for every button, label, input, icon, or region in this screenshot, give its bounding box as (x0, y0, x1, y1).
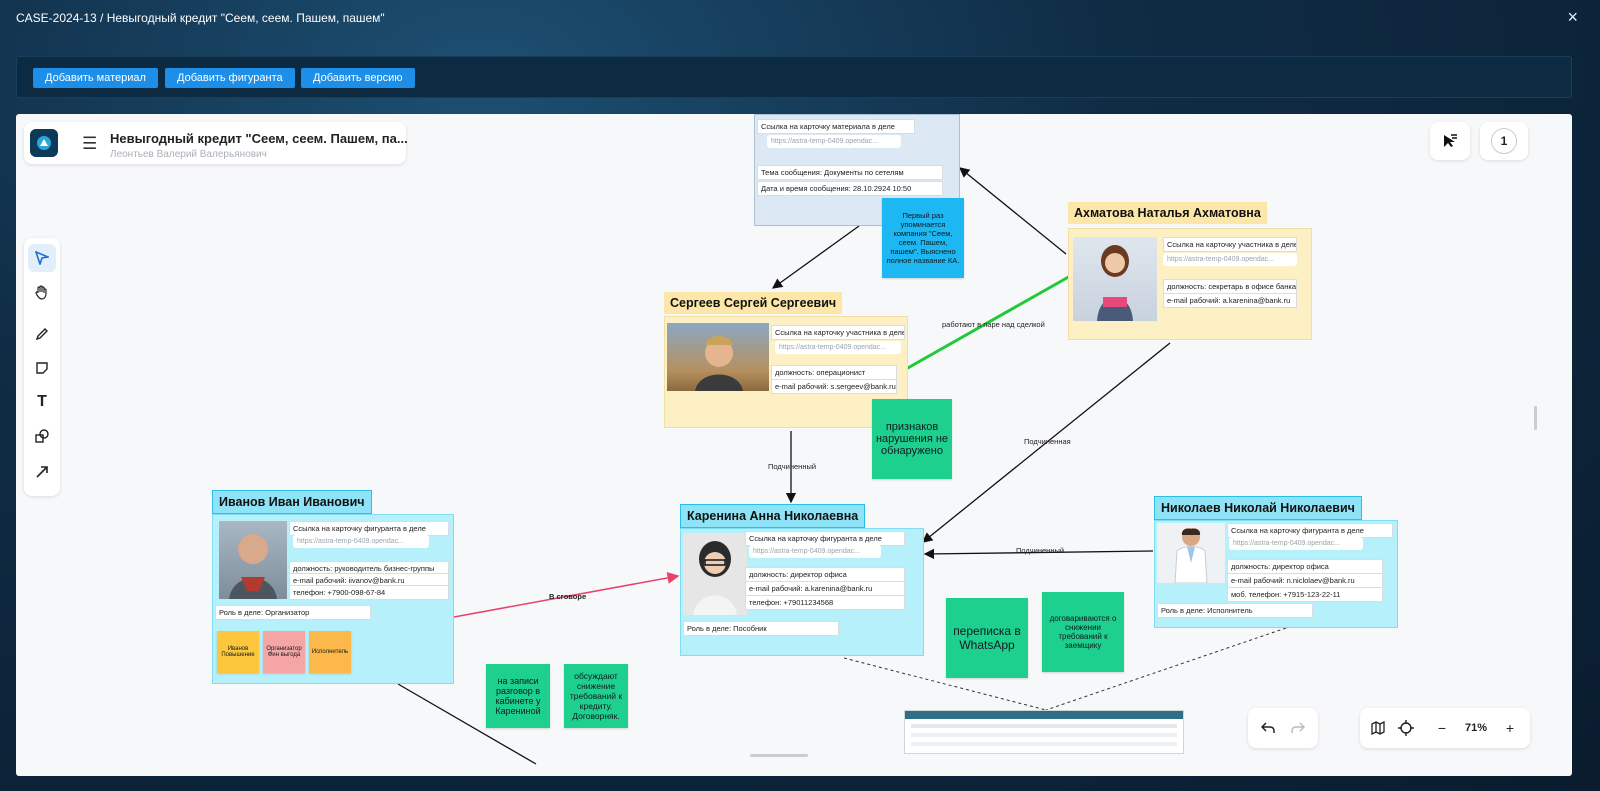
karenina-phone: телефон: +79011234568 (745, 595, 905, 610)
zoom-level: 71% (1464, 722, 1488, 734)
text-icon[interactable]: T (28, 388, 56, 416)
material-datetime: Дата и время сообщения: 28.10.2924 10:50 (757, 181, 943, 196)
action-toolbar: Добавить материал Добавить фигуранта Доб… (16, 56, 1572, 98)
nikolaev-link-label: Ссылка на карточку фигуранта в деле (1227, 523, 1393, 538)
akhmatova-position: должность: секретарь в офисе банка (1163, 279, 1297, 294)
undo-icon[interactable] (1256, 716, 1280, 740)
person-photo-karenina (683, 533, 747, 615)
board-header: ☰ Невыгодный кредит "Сеем, сеем. Пашем, … (24, 122, 408, 164)
tag-ivanov-1[interactable]: Организатор Фин выгода (263, 631, 305, 673)
karenina-link-label: Ссылка на карточку фигуранта в деле (745, 531, 905, 546)
note-no-violations[interactable]: признаков нарушения не обнаружено (872, 399, 952, 479)
nikolaev-email: e-mail рабочий: n.niclolaev@bank.ru (1227, 573, 1383, 588)
sergeev-link-label: Ссылка на карточку участника в деле (771, 325, 905, 340)
sticky-note-icon[interactable] (28, 354, 56, 382)
list-menu-icon[interactable]: ☰ (82, 134, 97, 154)
edge-label-subordinate-2: Подчиненная (1024, 437, 1071, 446)
edge-akhmatova-to-material (958, 167, 1067, 255)
window-title: CASE-2024-13 / Невыгодный кредит "Сеем, … (16, 11, 385, 25)
note-agree[interactable]: договариваются о снижении требований к з… (1042, 592, 1124, 672)
close-icon[interactable]: × (1567, 7, 1578, 28)
karenina-position: должность: директор офиса (745, 567, 905, 582)
crosshair-icon[interactable] (1394, 716, 1418, 740)
edge-label-collusion: В сговоре (549, 592, 587, 601)
person-name-ivanov: Иванов Иван Иванович (212, 490, 372, 514)
edge-material-to-sergeev (771, 225, 860, 289)
person-photo-sergeev (667, 323, 769, 391)
nikolaev-link-url[interactable]: https://astra-temp-0409.opendac... (1229, 537, 1363, 550)
person-photo-nikolaev (1157, 523, 1225, 583)
edge-label-subordinate-3: Подчиненный (1016, 546, 1065, 555)
nikolaev-position: должность: директор офиса (1227, 559, 1383, 574)
akhmatova-link-label: Ссылка на карточку участника в деле (1163, 237, 1297, 252)
edge-label-subordinate-1: Подчиненный (768, 462, 817, 471)
akhmatova-link-url[interactable]: https://astra-temp-0409.opendac... (1163, 253, 1297, 266)
ivanov-role: Роль в деле: Организатор (215, 605, 371, 620)
tool-palette: T (24, 238, 60, 496)
participants-counter[interactable]: 1 (1480, 122, 1528, 160)
document-preview-header (905, 711, 1183, 719)
add-material-button[interactable]: Добавить материал (33, 68, 158, 88)
cursor-icon[interactable] (28, 244, 56, 272)
material-subject: Тема сообщения: Документы по сетелям (757, 165, 943, 180)
arrow-icon[interactable] (28, 458, 56, 486)
material-link-label: Ссылка на карточку материала в деле (757, 119, 915, 134)
ivanov-link-url[interactable]: https://astra-temp-0409.opendac... (293, 535, 429, 548)
zoom-controls: − 71% + (1360, 708, 1530, 748)
shapes-icon[interactable] (28, 422, 56, 450)
whiteboard-canvas[interactable]: работают в паре над сделкой Подчиненный … (16, 114, 1572, 776)
zoom-out-icon[interactable]: − (1432, 716, 1452, 740)
sergeev-link-url[interactable]: https://astra-temp-0409.opendac... (775, 341, 901, 354)
document-preview[interactable] (904, 710, 1184, 754)
ivanov-phone: телефон: +7900-098-67-84 (289, 585, 449, 600)
history-controls (1248, 708, 1318, 748)
note-recording[interactable]: на записи разговор в кабинете у Каренино… (486, 664, 550, 728)
tag-ivanov-0[interactable]: Иванов Повышение (217, 631, 259, 673)
ivanov-link-label: Ссылка на карточку фигуранта в деле (289, 521, 449, 536)
collaboration-cursor-button[interactable] (1430, 122, 1470, 160)
note-first-mention[interactable]: Первый раз упоминается компания "Сеем, с… (882, 198, 964, 278)
person-photo-ivanov (219, 521, 287, 599)
nikolaev-phone: моб. телефон: +7915-123-22-11 (1227, 587, 1383, 602)
karenina-email: e-mail рабочий: a.karenina@bank.ru (745, 581, 905, 596)
hand-icon[interactable] (28, 278, 56, 306)
redo-icon[interactable] (1286, 716, 1310, 740)
board-author: Леонтьев Валерий Валерьянович (110, 149, 267, 160)
tag-ivanov-2[interactable]: Исполнитель (309, 631, 351, 673)
window-titlebar: CASE-2024-13 / Невыгодный кредит "Сеем, … (0, 0, 1600, 38)
sergeev-position: должность: операционист (771, 365, 897, 380)
participants-count: 1 (1491, 128, 1517, 154)
map-icon[interactable] (1366, 716, 1390, 740)
edge-label-work-pair: работают в паре над сделкой (942, 320, 1045, 329)
akhmatova-email: e-mail рабочий: a.karenina@bank.ru (1163, 293, 1297, 308)
board-title: Невыгодный кредит "Сеем, сеем. Пашем, па… (110, 131, 408, 146)
zoom-in-icon[interactable]: + (1500, 716, 1520, 740)
add-person-button[interactable]: Добавить фигуранта (165, 68, 295, 88)
karenina-role: Роль в деле: Пособник (683, 621, 839, 636)
add-version-button[interactable]: Добавить версию (301, 68, 415, 88)
pencil-icon[interactable] (28, 320, 56, 348)
nikolaev-role: Роль в деле: Исполнитель (1157, 603, 1313, 618)
horizontal-scrollbar[interactable] (750, 754, 808, 757)
person-name-nikolaev: Николаев Николай Николаевич (1154, 496, 1362, 520)
note-whatsapp[interactable]: переписка в WhatsApp (946, 598, 1028, 678)
person-photo-akhmatova (1073, 237, 1157, 321)
cursor-flag-icon (1444, 134, 1457, 147)
material-link-url[interactable]: https://astra-temp-0409.opendac... (767, 135, 901, 148)
karenina-link-url[interactable]: https://astra-temp-0409.opendac... (749, 545, 881, 558)
vertical-scrollbar[interactable] (1534, 406, 1537, 430)
person-name-karenina: Каренина Анна Николаевна (680, 504, 866, 528)
person-name-akhmatova: Ахматова Наталья Ахматовна (1068, 202, 1267, 224)
person-name-sergeev: Сергеев Сергей Сергеевич (664, 292, 843, 314)
note-discuss[interactable]: обсуждают снижение требований к кредиту.… (564, 664, 628, 728)
sergeev-email: e-mail рабочий: s.sergeev@bank.ru (771, 379, 897, 394)
app-logo (30, 129, 58, 157)
